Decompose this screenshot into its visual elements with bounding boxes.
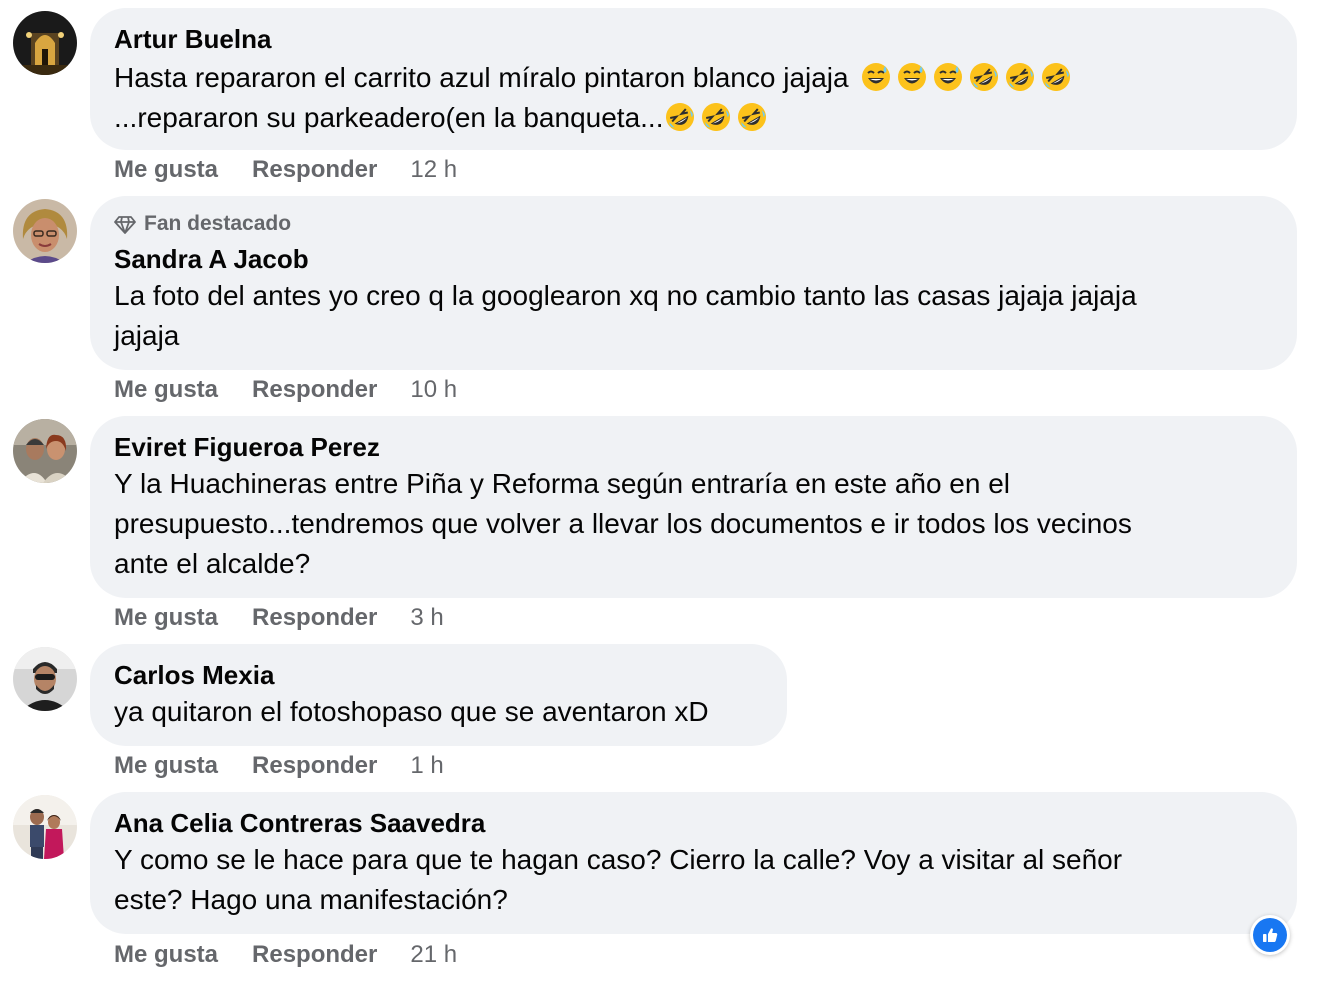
comment-author[interactable]: Ana Celia Contreras Saavedra <box>114 808 485 838</box>
rofl-emoji-icon <box>737 102 767 132</box>
comment-actions: Me gusta Responder 3 h <box>114 603 444 633</box>
rofl-emoji-icon <box>969 62 999 92</box>
comment-text: Hasta repararon el carrito azul míralo p… <box>114 58 1071 138</box>
comment-bubble: Artur Buelna Hasta repararon el carrito … <box>90 8 1297 150</box>
top-fan-badge[interactable]: Fan destacado <box>114 212 291 236</box>
like-button[interactable]: Me gusta <box>114 375 218 405</box>
comment-bubble: Fan destacado Sandra A Jacob La foto del… <box>90 196 1297 370</box>
grinning-sweat-emoji-icon <box>897 62 927 92</box>
comment-author[interactable]: Sandra A Jacob <box>114 244 309 274</box>
reply-button[interactable]: Responder <box>252 155 377 185</box>
comment-bubble: Carlos Mexia ya quitaron el fotoshopaso … <box>90 644 787 746</box>
comment-timestamp[interactable]: 1 h <box>410 751 443 781</box>
comment-timestamp[interactable]: 12 h <box>410 155 457 185</box>
avatar[interactable] <box>13 11 77 75</box>
reply-button[interactable]: Responder <box>252 940 377 970</box>
top-fan-label: Fan destacado <box>144 212 292 235</box>
reply-button[interactable]: Responder <box>252 375 377 405</box>
comment-author[interactable]: Eviret Figueroa Perez <box>114 432 380 462</box>
comment-text-line-2: ...repararon su parkeadero(en la banquet… <box>114 102 664 133</box>
comment-text: ya quitaron el fotoshopaso que se aventa… <box>114 696 709 727</box>
comment-bubble: Eviret Figueroa Perez Y la Huachineras e… <box>90 416 1297 598</box>
avatar[interactable] <box>13 419 77 483</box>
avatar[interactable] <box>13 199 77 263</box>
comment-actions: Me gusta Responder 21 h <box>114 940 457 970</box>
comment-timestamp[interactable]: 21 h <box>410 940 457 970</box>
grinning-sweat-emoji-icon <box>933 62 963 92</box>
rofl-emoji-icon <box>701 102 731 132</box>
grinning-sweat-emoji-icon <box>861 62 891 92</box>
comment-timestamp[interactable]: 10 h <box>410 375 457 405</box>
comment-text: Y como se le hace para que te hagan caso… <box>114 844 1123 915</box>
comment-author[interactable]: Carlos Mexia <box>114 660 274 690</box>
diamond-icon <box>114 213 136 235</box>
comment-text-line-1: Hasta repararon el carrito azul míralo p… <box>114 62 849 93</box>
comment-author[interactable]: Artur Buelna <box>114 24 271 54</box>
like-thumb-icon <box>1253 918 1287 952</box>
like-button[interactable]: Me gusta <box>114 751 218 781</box>
like-button[interactable]: Me gusta <box>114 155 218 185</box>
avatar[interactable] <box>13 647 77 711</box>
comment-bubble: Ana Celia Contreras Saavedra Y como se l… <box>90 792 1297 934</box>
reply-button[interactable]: Responder <box>252 751 377 781</box>
comment-timestamp[interactable]: 3 h <box>410 603 443 633</box>
like-reaction-badge[interactable] <box>1250 915 1290 955</box>
comment-actions: Me gusta Responder 1 h <box>114 751 444 781</box>
like-button[interactable]: Me gusta <box>114 603 218 633</box>
comment-actions: Me gusta Responder 10 h <box>114 375 457 405</box>
comment-text: Y la Huachineras entre Piña y Reforma se… <box>114 468 1132 579</box>
comment-text: La foto del antes yo creo q la googlearo… <box>114 280 1137 351</box>
rofl-emoji-icon <box>1041 62 1071 92</box>
avatar[interactable] <box>13 795 77 859</box>
rofl-emoji-icon <box>665 102 695 132</box>
comment-actions: Me gusta Responder 12 h <box>114 155 457 185</box>
rofl-emoji-icon <box>1005 62 1035 92</box>
reply-button[interactable]: Responder <box>252 603 377 633</box>
like-button[interactable]: Me gusta <box>114 940 218 970</box>
